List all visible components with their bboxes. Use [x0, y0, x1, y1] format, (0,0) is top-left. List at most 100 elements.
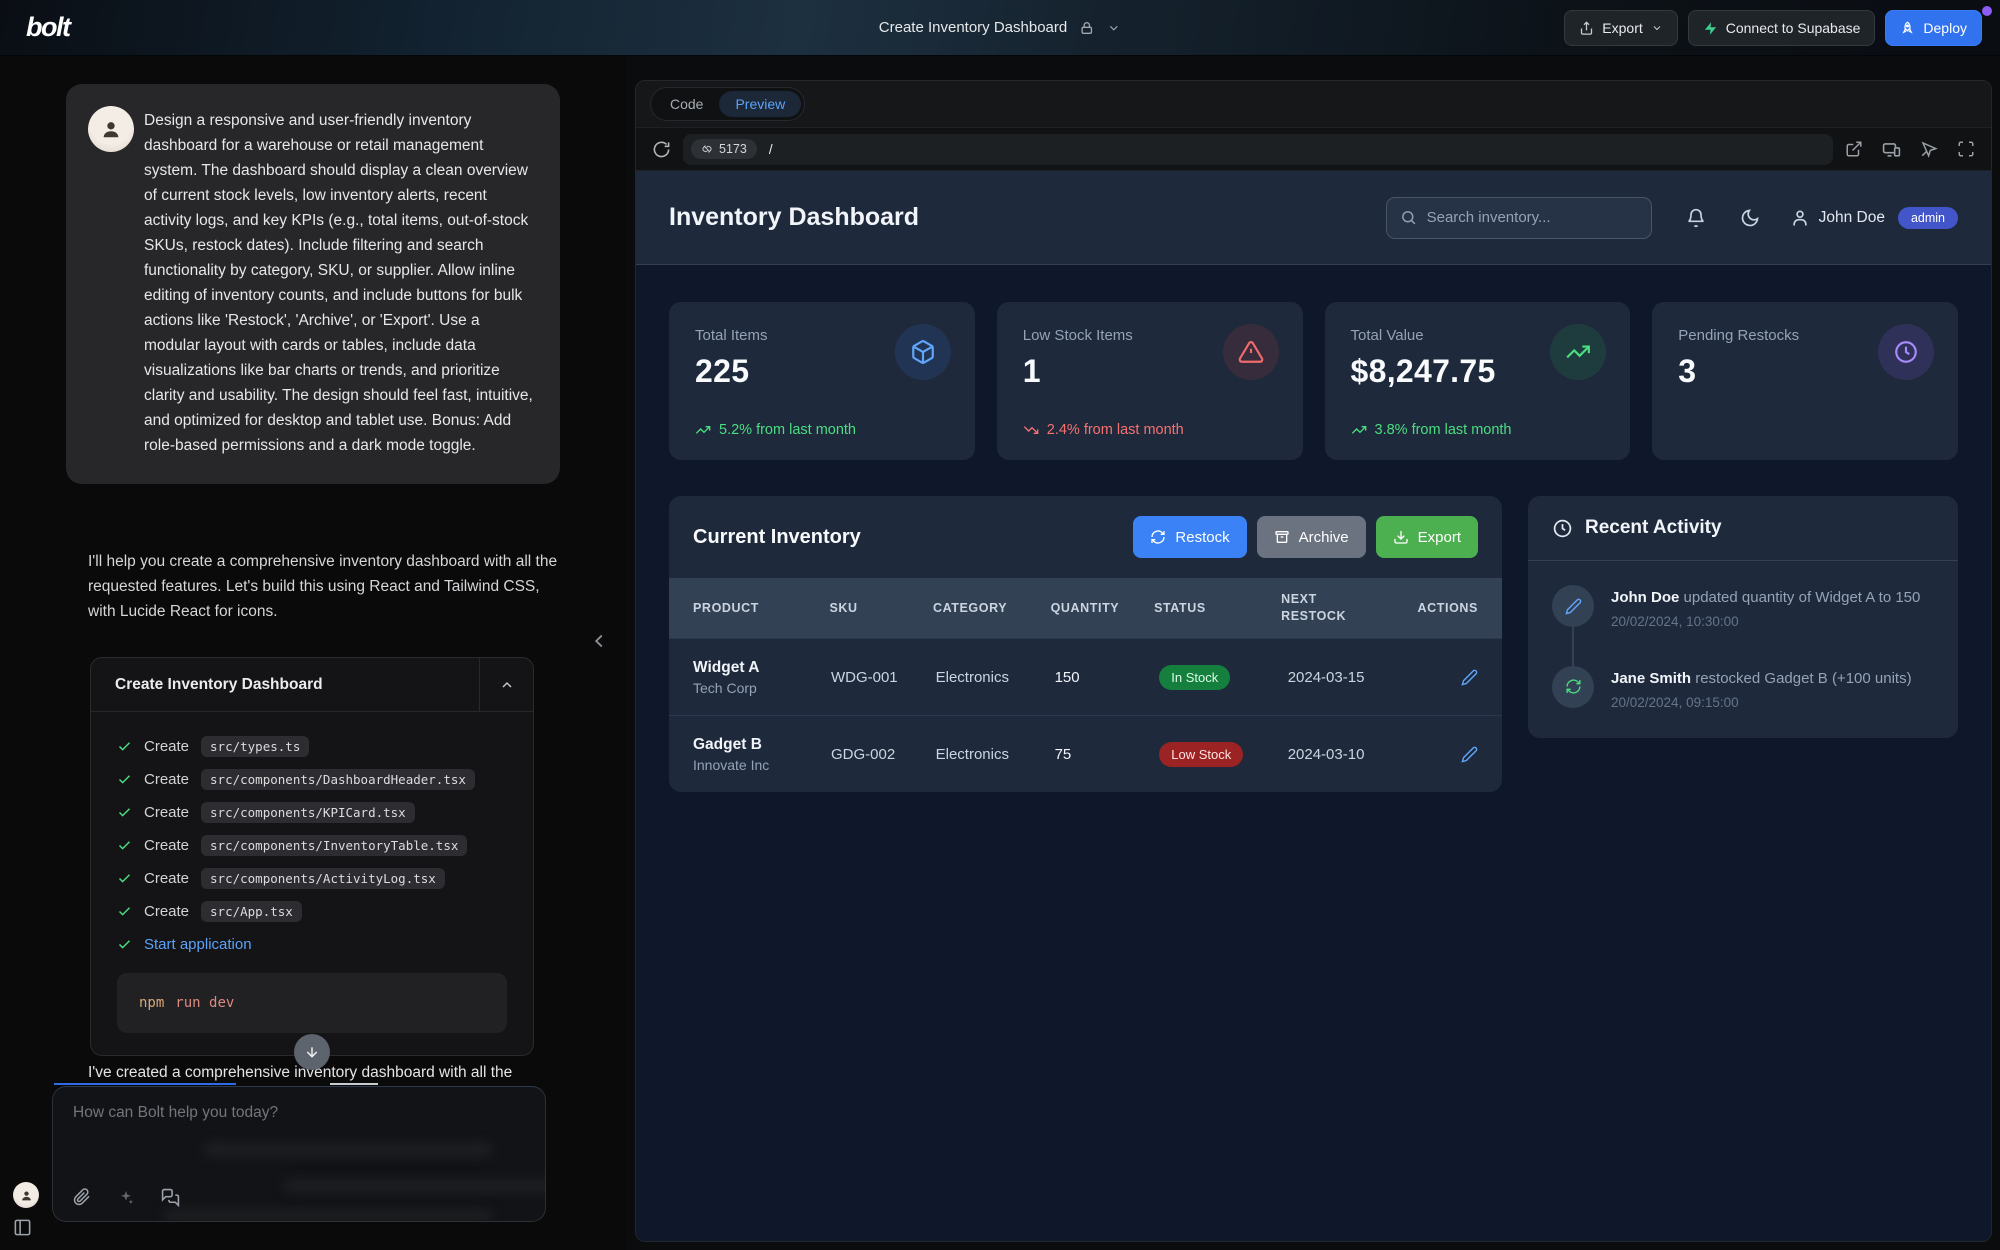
step-action: Create: [144, 837, 189, 854]
trending-up-icon: [1351, 422, 1367, 438]
step-action: Create: [144, 804, 189, 821]
artifact-step: Create src/components/InventoryTable.tsx: [117, 829, 507, 862]
sku-cell: GDG-002: [831, 746, 936, 763]
supabase-zap-icon: [1703, 21, 1718, 36]
dark-mode-toggle-moon-icon[interactable]: [1740, 208, 1760, 228]
chevron-down-icon[interactable]: [1107, 21, 1121, 35]
open-external-icon[interactable]: [1845, 140, 1863, 159]
search-input[interactable]: Search inventory...: [1386, 197, 1652, 239]
project-title-menu[interactable]: Create Inventory Dashboard: [879, 19, 1121, 36]
step-file-chip[interactable]: src/components/InventoryTable.tsx: [201, 835, 467, 856]
export-csv-button[interactable]: Export: [1376, 516, 1478, 558]
project-title: Create Inventory Dashboard: [879, 19, 1067, 36]
artifact-step: Create src/components/KPICard.tsx: [117, 796, 507, 829]
search-placeholder: Search inventory...: [1427, 209, 1551, 226]
artifact-steps: Create src/types.ts Create src/component…: [91, 712, 533, 1055]
step-file-chip[interactable]: src/components/DashboardHeader.tsx: [201, 769, 475, 790]
chevron-up-icon: [499, 677, 515, 693]
bolt-logo[interactable]: bolt: [26, 12, 69, 43]
dashboard-title: Inventory Dashboard: [669, 203, 919, 232]
user-message-text: Design a responsive and user-friendly in…: [144, 112, 533, 454]
discussion-icon[interactable]: [161, 1188, 180, 1207]
lock-icon: [1079, 20, 1095, 36]
kpi-card-total-value: Total Value $8,247.75 3.8% from last mon…: [1325, 302, 1631, 460]
dashboard-header: Inventory Dashboard Search inventory...: [636, 171, 1991, 265]
download-icon: [1393, 529, 1409, 545]
category-cell: Electronics: [936, 669, 1055, 686]
preview-controls: [1845, 140, 1975, 159]
activity-header: Recent Activity: [1528, 496, 1958, 561]
step-file-chip[interactable]: src/components/ActivityLog.tsx: [201, 868, 445, 889]
connect-supabase-button[interactable]: Connect to Supabase: [1688, 10, 1876, 46]
user-avatar: [88, 106, 134, 152]
deploy-label: Deploy: [1923, 20, 1967, 36]
url-path: /: [769, 142, 773, 157]
chat-input[interactable]: How can Bolt help you today?: [52, 1086, 546, 1222]
tab-code[interactable]: Code: [654, 91, 719, 117]
export-button[interactable]: Export: [1564, 10, 1677, 46]
step-file-chip[interactable]: src/App.tsx: [201, 901, 302, 922]
scroll-to-bottom-button[interactable]: [294, 1034, 330, 1070]
check-icon: [117, 838, 132, 853]
fullscreen-icon[interactable]: [1957, 140, 1975, 159]
blurred-text: [203, 1142, 493, 1157]
port-pill[interactable]: 5173: [691, 139, 757, 159]
step-file-chip[interactable]: src/components/KPICard.tsx: [201, 802, 415, 823]
user-menu[interactable]: John Doe admin: [1790, 207, 1958, 229]
reload-icon[interactable]: [652, 140, 671, 159]
quantity-cell[interactable]: 75: [1055, 746, 1160, 763]
trending-up-icon: [695, 422, 711, 438]
edit-pencil-icon[interactable]: [1461, 746, 1478, 763]
bell-icon[interactable]: [1686, 208, 1706, 228]
url-input[interactable]: 5173 /: [683, 134, 1833, 165]
clock-icon: [1552, 518, 1573, 539]
terminal-command: npm run dev: [117, 973, 507, 1033]
user-message: Design a responsive and user-friendly in…: [66, 84, 560, 484]
check-icon: [117, 805, 132, 820]
refresh-icon: [1150, 529, 1166, 545]
toggle-sidebar-icon[interactable]: [13, 1218, 32, 1237]
paperclip-icon[interactable]: [73, 1188, 91, 1207]
bulk-actions: Restock Archive Export: [1133, 516, 1478, 558]
col-product: PRODUCT: [693, 601, 829, 615]
artifact-step: Create src/components/ActivityLog.tsx: [117, 862, 507, 895]
inspector-cursor-icon[interactable]: [1920, 140, 1938, 159]
kpi-delta: 2.4% from last month: [1023, 422, 1184, 438]
view-tabs: Code Preview: [636, 81, 1991, 127]
package-icon: [895, 324, 951, 380]
trending-up-icon: [1550, 324, 1606, 380]
tab-preview[interactable]: Preview: [719, 91, 801, 117]
blurred-text: [283, 1179, 546, 1193]
command-args: run dev: [175, 995, 234, 1011]
blurred-text: [163, 1209, 493, 1222]
export-csv-label: Export: [1418, 529, 1461, 546]
kpi-delta: 5.2% from last month: [695, 422, 856, 438]
account-avatar[interactable]: [13, 1182, 39, 1208]
restock-button[interactable]: Restock: [1133, 516, 1246, 558]
cursor-segment: [330, 1083, 378, 1085]
restock-date-cell: 2024-03-15: [1288, 669, 1426, 686]
step-file-chip[interactable]: src/types.ts: [201, 736, 309, 757]
command-bin: npm: [139, 995, 164, 1011]
col-sku: SKU: [829, 601, 933, 615]
check-icon: [117, 904, 132, 919]
edit-pencil-icon[interactable]: [1461, 669, 1478, 686]
pencil-icon: [1552, 585, 1594, 627]
artifact-panel: Create Inventory Dashboard Create src/ty…: [90, 657, 534, 1056]
activity-timestamp: 20/02/2024, 09:15:00: [1611, 695, 1912, 710]
responsive-devices-icon[interactable]: [1882, 140, 1901, 159]
activity-item: John Doe updated quantity of Widget A to…: [1552, 585, 1934, 629]
artifact-step-start-application[interactable]: Start application: [117, 928, 507, 961]
role-badge: admin: [1898, 207, 1958, 229]
sparkles-icon[interactable]: [117, 1188, 135, 1207]
port-number: 5173: [719, 142, 747, 156]
product-supplier: Tech Corp: [693, 680, 831, 696]
archive-button[interactable]: Archive: [1257, 516, 1366, 558]
quantity-cell[interactable]: 150: [1055, 669, 1160, 686]
collapse-chat-chevron[interactable]: [588, 630, 610, 652]
deploy-button[interactable]: Deploy: [1885, 10, 1982, 46]
user-icon: [1790, 208, 1810, 228]
artifact-collapse-button[interactable]: [479, 658, 533, 711]
artifact-step: Create src/components/DashboardHeader.ts…: [117, 763, 507, 796]
chat-input-placeholder: How can Bolt help you today?: [73, 1104, 278, 1122]
